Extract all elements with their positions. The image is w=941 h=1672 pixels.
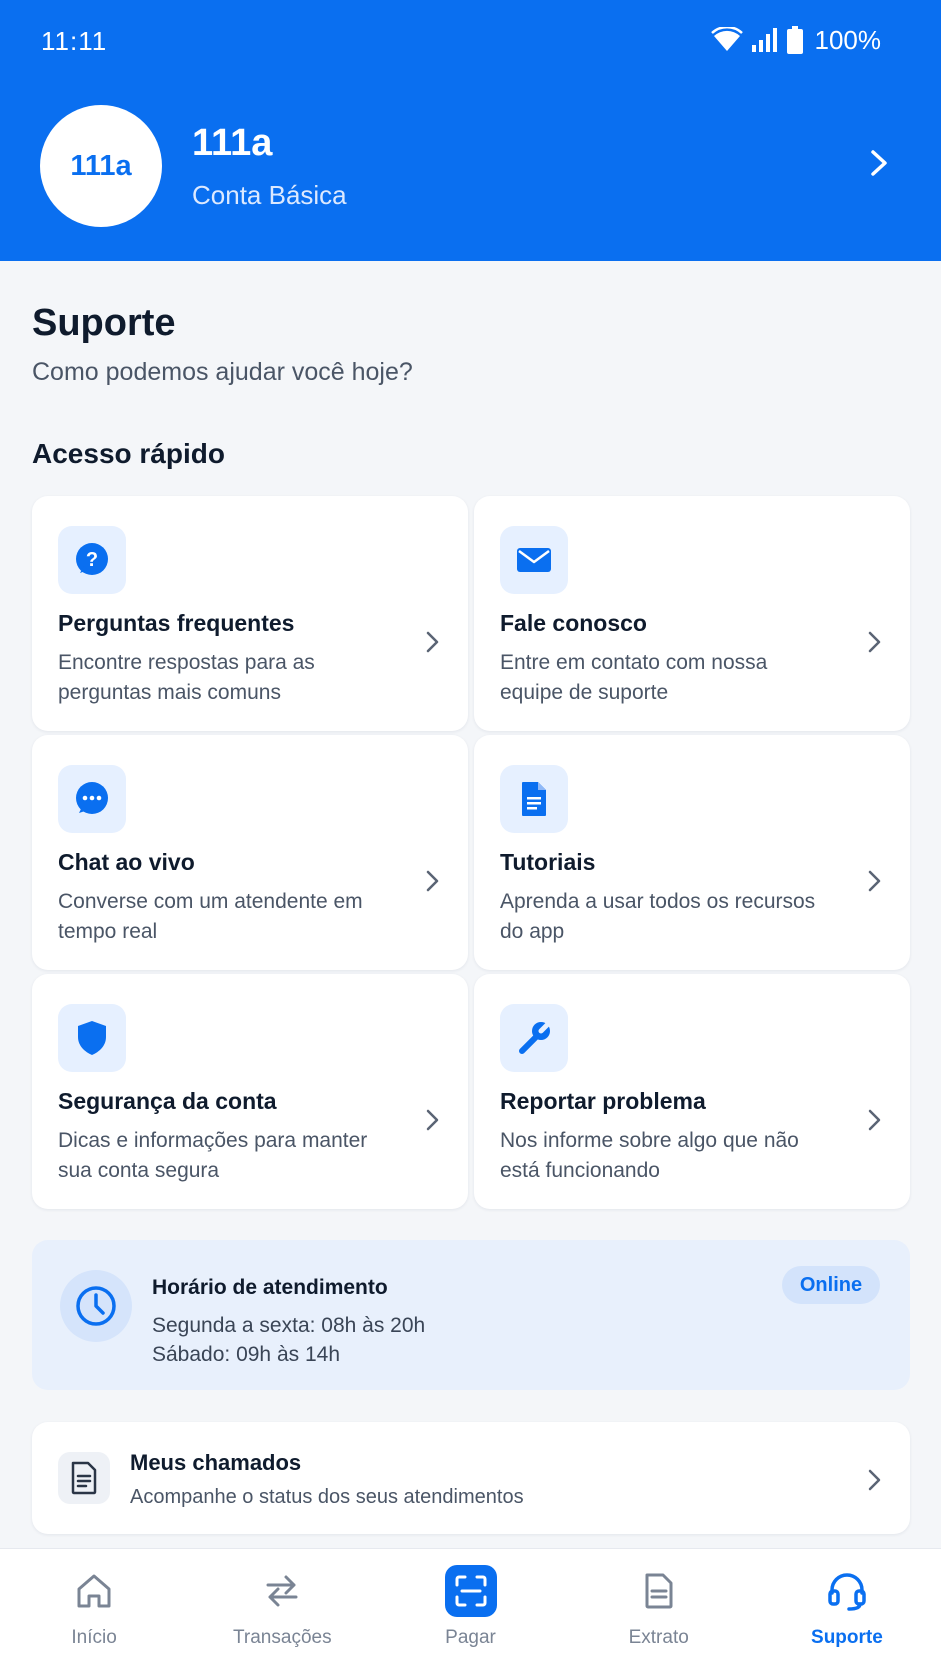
card-title: Fale conosco [500,610,647,636]
card-description: Entre em contato com nossa equipe de sup… [500,651,768,704]
chevron-right-icon [426,631,439,653]
tickets-icon-container [58,1452,110,1504]
nav-label: Suporte [811,1627,883,1648]
profile-row[interactable]: 111a 111a Conta Básica [0,100,941,230]
chevron-right-icon [868,1469,881,1491]
status-bar: 11:11 100% [0,0,941,80]
status-icons: 100% [710,24,882,56]
quick-access-grid: ? Perguntas frequentes Encontre resposta… [32,496,910,1209]
battery-icon [786,26,803,54]
card-contact[interactable]: Fale conosco Entre em contato com nossa … [474,496,910,731]
avatar[interactable]: 111a [40,105,162,227]
nav-item-transactions[interactable]: Transações [188,1549,376,1672]
card-icon-container [500,1004,568,1072]
profile-name: 111a [192,122,273,164]
card-faq[interactable]: ? Perguntas frequentes Encontre resposta… [32,496,468,731]
hours-title: Horário de atendimento [152,1276,388,1299]
support-hours-panel: Horário de atendimento Segunda a sexta: … [32,1240,910,1390]
clock-icon-container [60,1270,132,1342]
card-icon-container: ? [58,526,126,594]
wifi-icon [710,27,743,51]
scan-icon [455,1575,486,1607]
tickets-title: Meus chamados [130,1450,302,1475]
headset-icon [828,1573,866,1611]
card-title: Segurança da conta [58,1088,277,1114]
chevron-right-icon [426,870,439,892]
headset-icon-container [821,1565,873,1617]
card-icon-container [58,1004,126,1072]
statement-icon [645,1573,673,1609]
signal-icon [751,28,777,52]
card-live-chat[interactable]: Chat ao vivo Converse com um atendente e… [32,735,468,970]
card-title: Tutoriais [500,849,596,875]
chevron-right-icon [868,870,881,892]
chevron-right-icon [868,1109,881,1131]
nav-item-statement[interactable]: Extrato [565,1549,753,1672]
profile-plan: Conta Básica [192,180,347,210]
mail-icon [517,548,551,572]
page-subtitle: Como podemos ajudar você hoje? [32,358,413,386]
clipboard-icon [71,1461,97,1495]
card-title: Perguntas frequentes [58,610,295,636]
nav-item-support[interactable]: Suporte [753,1549,941,1672]
scan-icon-container [444,1565,497,1617]
card-description: Dicas e informações para manter sua cont… [58,1129,368,1182]
my-tickets-row[interactable]: Meus chamados Acompanhe o status dos seu… [32,1422,910,1534]
nav-label: Início [71,1627,117,1648]
question-icon: ? [76,543,108,575]
card-account-security[interactable]: Segurança da conta Dicas e informações p… [32,974,468,1209]
clock-icon [76,1286,116,1326]
card-icon-container [58,765,126,833]
card-report-problem[interactable]: Reportar problema Nos informe sobre algo… [474,974,910,1209]
home-icon-container [68,1565,120,1617]
chevron-right-icon[interactable] [867,148,891,178]
svg-text:?: ? [86,549,98,571]
section-title: Acesso rápido [32,438,225,469]
home-icon [77,1574,111,1608]
card-title: Chat ao vivo [58,849,195,875]
transfer-icon-container [256,1565,308,1617]
transfer-icon [266,1575,298,1607]
battery-percent: 100% [814,24,882,55]
card-title: Reportar problema [500,1088,706,1114]
card-description: Aprenda a usar todos os recursos do app [500,890,816,943]
wrench-icon [519,1021,551,1054]
nav-label: Extrato [628,1627,689,1648]
card-icon-container [500,526,568,594]
hours-saturday: Sábado: 09h às 14h [152,1343,340,1366]
chevron-right-icon [868,631,881,653]
card-description: Encontre respostas para as perguntas mai… [58,651,315,704]
card-tutorials[interactable]: Tutoriais Aprenda a usar todos os recurs… [474,735,910,970]
online-status-badge: Online [782,1266,880,1304]
hours-weekdays: Segunda a sexta: 08h às 20h [152,1314,426,1337]
nav-label: Transações [233,1627,332,1648]
card-description: Nos informe sobre algo que não está func… [500,1129,799,1182]
header: 11:11 100% 111a 111a Conta Básica [0,0,941,261]
tickets-description: Acompanhe o status dos seus atendimentos [130,1486,524,1508]
shield-icon [78,1021,106,1055]
bottom-nav: Início Transações Pagar Extrato Suporte [0,1548,941,1672]
statement-icon-container [633,1565,685,1617]
page-title: Suporte [32,302,176,344]
card-description: Converse com um atendente em tempo real [58,890,363,943]
chevron-right-icon [426,1109,439,1131]
card-icon-container [500,765,568,833]
chat-icon [76,782,108,814]
nav-item-pay[interactable]: Pagar [376,1549,564,1672]
status-time: 11:11 [41,26,108,56]
document-icon [522,782,546,816]
nav-item-home[interactable]: Início [0,1549,188,1672]
nav-label: Pagar [445,1627,496,1648]
